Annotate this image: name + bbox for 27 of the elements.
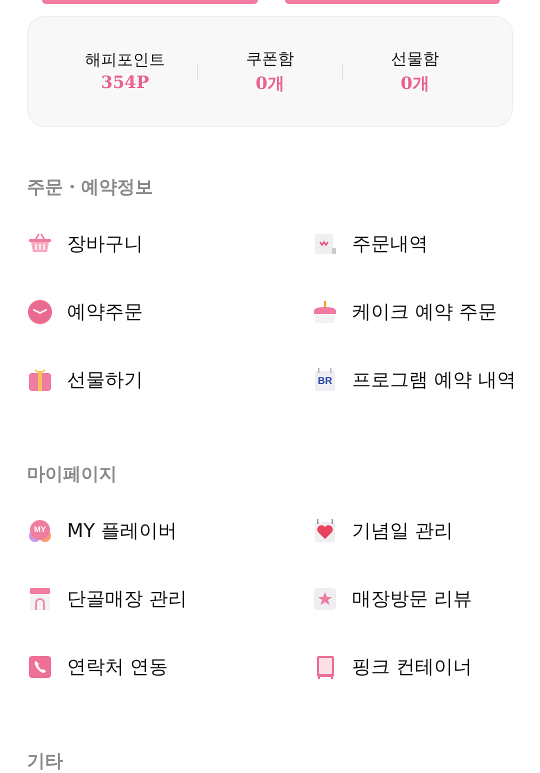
stat-link[interactable]: 선물함 0개 <box>343 48 487 94</box>
section-heading: 기타 <box>27 750 63 773</box>
menu-link[interactable]: 주문내역 <box>352 232 428 256</box>
menu-link[interactable]: 장바구니 <box>67 232 143 256</box>
section-heading: 마이페이지 <box>27 463 117 487</box>
action-button[interactable] <box>42 0 258 4</box>
menu-link[interactable]: 핑크 컨테이너 <box>352 655 472 679</box>
menu-link[interactable]: 선물하기 <box>67 368 143 392</box>
menu-link[interactable]: MY 플레이버 <box>67 519 178 543</box>
menu-link[interactable]: 예약주문 <box>67 300 143 324</box>
menu-link[interactable]: 매장방문 리뷰 <box>352 587 472 611</box>
cake-icon <box>312 299 338 325</box>
action-button[interactable] <box>284 0 500 4</box>
phone-icon <box>27 654 53 680</box>
menu-link[interactable]: 프로그램 예약 내역 <box>352 368 516 392</box>
receipt-icon <box>312 231 338 257</box>
store-icon <box>27 586 53 612</box>
clock-icon <box>27 299 53 325</box>
heart-icon <box>312 518 338 544</box>
gift-icon <box>27 367 53 393</box>
menu-link[interactable]: 연락처 연동 <box>67 655 168 679</box>
stat-link[interactable]: 쿠폰함 0개 <box>198 48 342 94</box>
menu-link[interactable]: 케이크 예약 주문 <box>352 300 498 324</box>
section-heading: 주문・예약정보 <box>27 176 153 200</box>
stat-link[interactable]: 해피포인트 354P <box>53 50 197 93</box>
menu-link[interactable]: 단골매장 관리 <box>67 587 188 611</box>
menu-link[interactable]: 기념일 관리 <box>352 519 454 543</box>
